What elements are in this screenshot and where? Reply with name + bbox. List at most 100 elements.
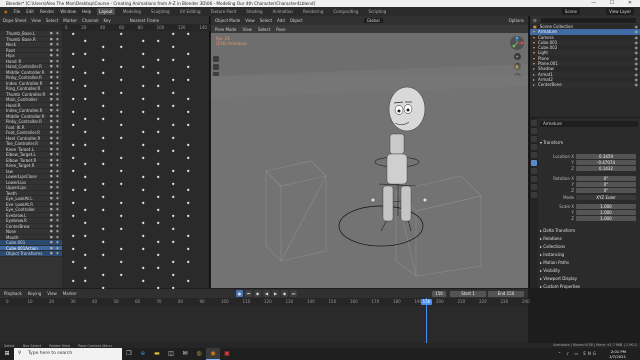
dope-menu-marker[interactable]: Marker bbox=[63, 18, 77, 23]
keyframe-icon[interactable] bbox=[101, 58, 105, 62]
workspace-tab-modeling[interactable]: Modeling bbox=[121, 8, 143, 15]
keyframe-icon[interactable] bbox=[71, 234, 75, 238]
keyframe-icon[interactable] bbox=[141, 97, 145, 101]
workspace-tab-rendering[interactable]: Rendering bbox=[301, 8, 325, 15]
outliner-filter-icon[interactable]: ☰ bbox=[533, 18, 537, 23]
keyframe-icon[interactable] bbox=[156, 208, 160, 212]
physics-tab-icon[interactable] bbox=[531, 176, 537, 182]
keyframe-icon[interactable] bbox=[156, 149, 160, 153]
keyframe-icon[interactable] bbox=[141, 84, 145, 88]
keyframe-icon[interactable] bbox=[141, 201, 145, 205]
rotation-mode-dropdown[interactable]: XYZ Euler bbox=[576, 195, 636, 200]
keyframe-icon[interactable] bbox=[156, 117, 160, 121]
keyframe-icon[interactable] bbox=[186, 260, 190, 264]
keyframe-icon[interactable] bbox=[141, 52, 145, 56]
keyframe-icon[interactable] bbox=[71, 156, 75, 160]
keyframe-icon[interactable] bbox=[71, 32, 75, 36]
blender-logo-icon[interactable]: ◉ bbox=[4, 9, 8, 14]
keyframe-icon[interactable] bbox=[101, 149, 105, 153]
keyframe-icon[interactable] bbox=[141, 39, 145, 43]
keyframe-icon[interactable] bbox=[101, 136, 105, 140]
store-icon[interactable]: ◫ bbox=[164, 348, 178, 360]
keyframe-icon[interactable] bbox=[71, 201, 75, 205]
mail-icon[interactable]: ✉ bbox=[178, 348, 192, 360]
menu-edit[interactable]: Edit bbox=[26, 9, 34, 14]
keyframe-icon[interactable] bbox=[156, 175, 160, 179]
keyframe-icon[interactable] bbox=[101, 240, 105, 244]
modifier-tab-icon[interactable] bbox=[531, 168, 537, 174]
keyframe-icon[interactable] bbox=[71, 65, 75, 69]
keyframe-icon[interactable] bbox=[156, 266, 160, 270]
edge-browser-icon[interactable]: e bbox=[136, 348, 150, 360]
keyframe-icon[interactable] bbox=[186, 279, 190, 283]
workspace-tab-scripting[interactable]: Scripting bbox=[366, 8, 388, 15]
keyframe-icon[interactable] bbox=[71, 97, 75, 101]
output-tab-icon[interactable] bbox=[531, 136, 537, 142]
keyframe-icon[interactable] bbox=[141, 266, 145, 270]
keyframe-icon[interactable] bbox=[119, 45, 123, 49]
play-icon[interactable]: ▶ bbox=[272, 290, 279, 297]
keyframe-icon[interactable] bbox=[186, 32, 190, 36]
windows-start-icon[interactable]: ⊞ bbox=[0, 348, 14, 360]
keyframe-icon[interactable] bbox=[71, 214, 75, 218]
keyframe-icon[interactable] bbox=[71, 188, 75, 192]
keyframe-icon[interactable] bbox=[119, 65, 123, 69]
keyframe-icon[interactable] bbox=[83, 97, 87, 101]
keyframe-icon[interactable] bbox=[101, 162, 105, 166]
keyframe-icon[interactable] bbox=[156, 195, 160, 199]
keyframe-icon[interactable] bbox=[83, 84, 87, 88]
next-key-icon[interactable]: ◆ bbox=[281, 290, 288, 297]
workspace-tab-shading[interactable]: Shading bbox=[244, 8, 264, 15]
keyframe-icon[interactable] bbox=[186, 214, 190, 218]
keyframe-icon[interactable] bbox=[119, 169, 123, 173]
scene-selector[interactable]: Scene bbox=[561, 8, 580, 15]
recorder-taskbar-icon[interactable]: ▣ bbox=[220, 348, 234, 360]
keyframe-icon[interactable] bbox=[186, 247, 190, 251]
constraint-tab-icon[interactable] bbox=[531, 184, 537, 190]
keyframe-icon[interactable] bbox=[71, 143, 75, 147]
keyframe-icon[interactable] bbox=[83, 208, 87, 212]
keyframe-icon[interactable] bbox=[101, 273, 105, 277]
keyframe-icon[interactable] bbox=[71, 247, 75, 251]
workspace-tab-uv-editing[interactable]: UV Editing bbox=[178, 8, 203, 15]
keyframe-icon[interactable] bbox=[171, 91, 175, 95]
keyframe-icon[interactable] bbox=[119, 156, 123, 160]
keyframe-icon[interactable] bbox=[119, 91, 123, 95]
keyframe-icon[interactable] bbox=[101, 182, 105, 186]
render-tab-icon[interactable] bbox=[531, 128, 537, 134]
channel-row[interactable]: Object Transforms ● ◉ bbox=[0, 251, 62, 257]
keyframe-icon[interactable] bbox=[119, 260, 123, 264]
keyframe-icon[interactable] bbox=[171, 58, 175, 62]
properties-section-header[interactable]: ▸ Custom Properties bbox=[540, 284, 638, 290]
keyframe-icon[interactable] bbox=[186, 78, 190, 82]
keyframe-icon[interactable] bbox=[83, 253, 87, 257]
keyframe-icon[interactable] bbox=[171, 182, 175, 186]
keyframe-icon[interactable] bbox=[171, 78, 175, 82]
workspace-tab-compositing[interactable]: Compositing bbox=[331, 8, 360, 15]
snap-mode-dropdown[interactable]: Nearest Frame bbox=[130, 18, 159, 23]
keyframe-icon[interactable] bbox=[83, 130, 87, 134]
keyframe-icon[interactable] bbox=[141, 65, 145, 69]
keyframe-icon[interactable] bbox=[119, 136, 123, 140]
scale-x-field[interactable]: 1.000 bbox=[576, 204, 636, 209]
keyframe-icon[interactable] bbox=[71, 110, 75, 114]
keyframe-icon[interactable] bbox=[156, 104, 160, 108]
workspace-tab-animation[interactable]: Animation bbox=[271, 8, 295, 15]
3d-viewport[interactable]: Object Mode View Select Add Object Globa… bbox=[211, 16, 528, 288]
end-frame-field[interactable]: End 150 bbox=[488, 290, 524, 297]
location-x-field[interactable]: 0.3459 bbox=[576, 154, 636, 159]
keyframe-icon[interactable] bbox=[83, 117, 87, 121]
keyframe-icon[interactable] bbox=[186, 65, 190, 69]
keyframe-icon[interactable] bbox=[141, 221, 145, 225]
keyframe-icon[interactable] bbox=[83, 221, 87, 225]
object-tab-icon[interactable] bbox=[531, 160, 537, 166]
properties-section-header[interactable]: ▸ Collections bbox=[540, 244, 638, 250]
keyframe-icon[interactable] bbox=[186, 123, 190, 127]
keyframe-icon[interactable] bbox=[119, 182, 123, 186]
keyframe-icon[interactable] bbox=[119, 123, 123, 127]
channel-visibility-icon[interactable]: ● ◉ bbox=[50, 251, 60, 256]
keyframe-icon[interactable] bbox=[71, 279, 75, 283]
tool-tab-icon[interactable] bbox=[531, 120, 537, 126]
keyframe-area[interactable] bbox=[62, 31, 210, 296]
keyframe-icon[interactable] bbox=[119, 78, 123, 82]
